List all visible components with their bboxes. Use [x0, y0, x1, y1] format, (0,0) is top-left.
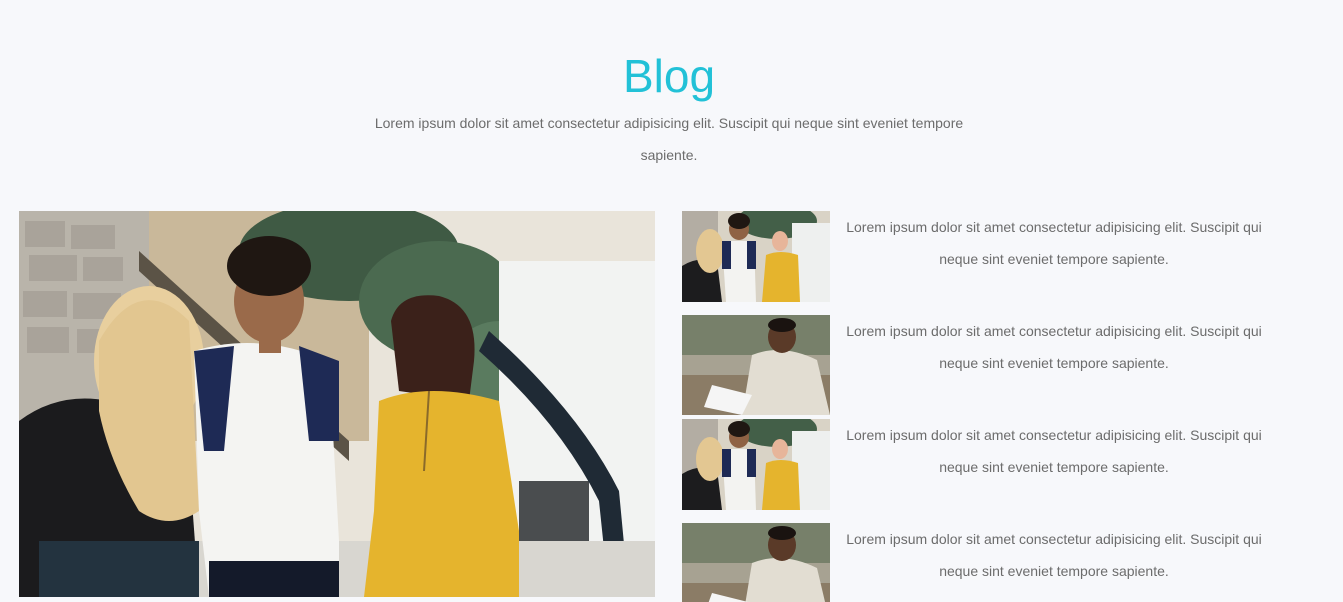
post-excerpt: Lorem ipsum dolor sit amet consectetur a… [846, 323, 1262, 371]
post-excerpt: Lorem ipsum dolor sit amet consectetur a… [846, 427, 1262, 475]
blog-post-item[interactable]: Lorem ipsum dolor sit amet consectetur a… [682, 419, 1282, 519]
post-thumbnail[interactable] [682, 211, 830, 302]
section-subtitle: Lorem ipsum dolor sit amet consectetur a… [374, 115, 964, 163]
friends-thumbnail-illustration [682, 419, 830, 510]
friends-thumbnail-illustration [682, 211, 830, 302]
man-reading-thumbnail-illustration [682, 523, 830, 602]
blog-post-item[interactable]: Lorem ipsum dolor sit amet consectetur a… [682, 211, 1282, 311]
featured-post-image[interactable] [19, 211, 655, 597]
post-excerpt: Lorem ipsum dolor sit amet consectetur a… [846, 531, 1262, 579]
post-thumbnail[interactable] [682, 523, 830, 602]
post-thumbnail[interactable] [682, 419, 830, 510]
post-excerpt: Lorem ipsum dolor sit amet consectetur a… [846, 219, 1262, 267]
blog-post-item[interactable]: Lorem ipsum dolor sit amet consectetur a… [682, 523, 1282, 602]
man-reading-thumbnail-illustration [682, 315, 830, 415]
post-thumbnail[interactable] [682, 315, 830, 415]
friends-photo-illustration [19, 211, 655, 597]
blog-post-item[interactable]: Lorem ipsum dolor sit amet consectetur a… [682, 315, 1282, 415]
blog-section: Blog Lorem ipsum dolor sit amet consecte… [0, 0, 1343, 602]
section-title: Blog [622, 50, 716, 102]
